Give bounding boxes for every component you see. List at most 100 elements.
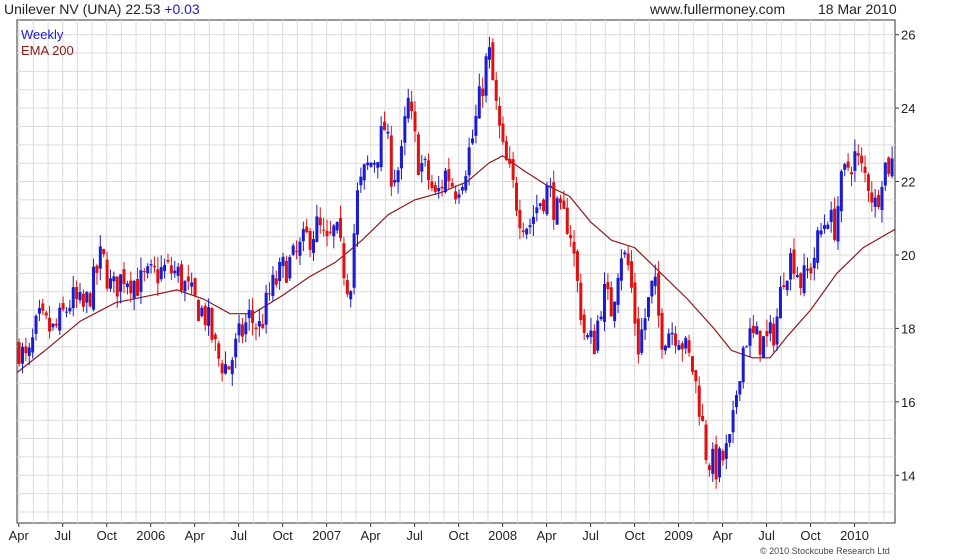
candle-body <box>315 216 319 242</box>
candle-body <box>680 343 684 350</box>
candle-body <box>822 225 826 230</box>
candle-body <box>112 276 116 282</box>
candle-body <box>731 410 735 433</box>
candle-body <box>305 226 309 233</box>
candle-body <box>701 415 705 421</box>
candle-body <box>778 286 782 319</box>
x-tick-label: Jul <box>582 528 599 543</box>
candle-body <box>515 182 519 211</box>
candle-body <box>51 323 55 328</box>
candle-body <box>227 366 231 370</box>
candle-body <box>860 155 864 164</box>
candle-body <box>572 241 576 254</box>
candle-body <box>254 327 258 330</box>
candle-body <box>217 343 221 359</box>
candle-body <box>383 121 387 131</box>
candle-body <box>251 310 255 323</box>
legend-weekly: Weekly <box>21 27 64 42</box>
candle-body <box>108 278 112 289</box>
candle-body <box>670 332 674 335</box>
candle-body <box>291 245 295 255</box>
candle-body <box>41 303 45 311</box>
candle-body <box>565 207 569 234</box>
candle-body <box>481 88 485 97</box>
candle-body <box>403 116 407 143</box>
candle-body <box>284 260 288 283</box>
candle-body <box>281 256 285 267</box>
candle-body <box>122 269 126 285</box>
candle-body <box>718 448 722 478</box>
candle-body <box>136 279 140 296</box>
candle-body <box>224 364 228 374</box>
x-tick-label: Apr <box>9 528 30 543</box>
y-tick-label: 18 <box>901 321 915 336</box>
candle-body <box>758 330 762 355</box>
candle-body <box>105 259 109 289</box>
candle-body <box>376 162 380 168</box>
candle-body <box>75 286 79 300</box>
candle-body <box>359 176 363 186</box>
candle-body <box>687 340 691 353</box>
candle-body <box>95 265 99 273</box>
candle-body <box>849 172 853 175</box>
candle-body <box>54 323 58 326</box>
candle-body <box>176 266 180 276</box>
candle-body <box>234 338 238 358</box>
candle-body <box>812 257 816 269</box>
y-tick-label: 14 <box>901 468 915 483</box>
candle-body <box>156 269 160 284</box>
candle-body <box>575 251 579 281</box>
candle-body <box>207 307 211 326</box>
candle-body <box>494 79 498 101</box>
candle-body <box>704 424 708 461</box>
candle-body <box>545 185 549 215</box>
candle-body <box>745 346 749 348</box>
candle-body <box>166 260 170 262</box>
candle-body <box>200 307 204 317</box>
candle-body <box>186 276 190 282</box>
x-tick-label: Jul <box>230 528 247 543</box>
candle-body <box>406 97 410 119</box>
x-tick-label: 2006 <box>136 528 165 543</box>
candle-body <box>132 281 136 299</box>
candle-body <box>795 274 799 277</box>
candle-body <box>433 185 437 192</box>
x-tick-label: Oct <box>800 528 821 543</box>
candle-body <box>525 228 529 235</box>
candle-body <box>295 250 299 252</box>
candle-body <box>437 188 441 192</box>
y-tick-label: 20 <box>901 248 915 263</box>
candle-body <box>342 243 346 279</box>
candle-body <box>559 198 563 203</box>
candle-body <box>142 271 146 273</box>
candle-body <box>880 186 884 211</box>
candle-body <box>193 278 197 296</box>
candle-body <box>230 360 234 375</box>
candle-body <box>772 323 776 346</box>
candle-body <box>816 230 820 263</box>
candle-body <box>190 282 194 287</box>
candle-body <box>81 293 85 307</box>
x-tick-label: Jul <box>758 528 775 543</box>
candle-body <box>663 345 667 351</box>
candle-body <box>328 231 332 233</box>
candle-body <box>322 229 326 231</box>
candle-body <box>210 307 214 340</box>
candle-body <box>606 282 610 290</box>
candle-body <box>799 273 803 288</box>
candle-body <box>173 270 177 274</box>
candle-body <box>890 158 894 177</box>
candle-body <box>755 326 759 335</box>
candle-body <box>152 265 156 268</box>
candle-body <box>636 318 640 355</box>
source-website: www.fullermoney.com <box>650 1 786 17</box>
candle-body <box>660 312 664 350</box>
chart-canvas: 14 16 18 20 22 24 26 Apr Jul Oct 2006 Apr Jul Oct 200… <box>9 19 915 543</box>
candle-body <box>870 192 874 203</box>
candle-body <box>650 280 654 297</box>
candle-body <box>372 162 376 165</box>
candle-body <box>833 208 837 240</box>
candle-body <box>555 198 559 225</box>
x-tick-label: 2007 <box>312 528 341 543</box>
candle-body <box>802 265 806 294</box>
